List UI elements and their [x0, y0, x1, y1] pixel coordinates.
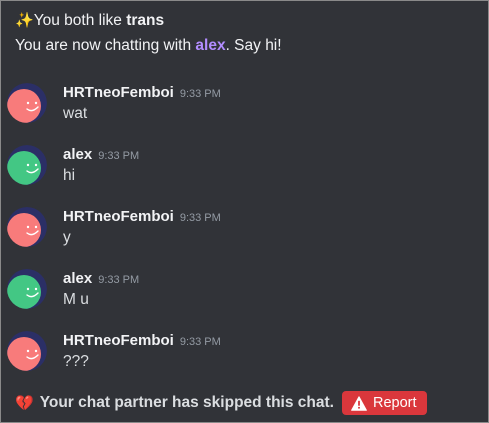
chat-skipped-notice: 💔 Your chat partner has skipped this cha… — [15, 391, 427, 415]
message-timestamp: 9:33 PM — [179, 336, 221, 348]
message-header: HRTneoFemboi 9:33 PM — [63, 331, 221, 352]
message-timestamp: 9:33 PM — [179, 88, 221, 100]
chat-window: ✨You both like trans You are now chattin… — [0, 0, 489, 423]
message-author[interactable]: HRTneoFemboi — [63, 332, 174, 349]
message-text: wat — [63, 105, 88, 122]
smiley-avatar-icon[interactable] — [7, 145, 47, 185]
message-author[interactable]: alex — [63, 146, 92, 163]
message: HRTneoFemboi 9:33 PM wat — [1, 83, 488, 139]
smiley-avatar-icon[interactable] — [7, 269, 47, 309]
broken-heart-icon: 💔 — [15, 395, 34, 412]
chatting-prefix: You are now chatting with — [15, 37, 196, 54]
shared-interest-line: ✨You both like trans — [15, 11, 164, 30]
message-timestamp: 9:33 PM — [98, 150, 140, 162]
message: HRTneoFemboi 9:33 PM y — [1, 207, 488, 263]
chat-start-line: You are now chatting with alex. Say hi! — [15, 37, 282, 55]
partner-name[interactable]: alex — [195, 37, 225, 54]
report-button[interactable]: Report — [341, 391, 427, 415]
message-author[interactable]: HRTneoFemboi — [63, 84, 174, 101]
message-text: hi — [63, 167, 76, 184]
shared-interest-tag: trans — [126, 12, 165, 29]
smiley-avatar-icon[interactable] — [7, 331, 47, 371]
message-text: ??? — [63, 353, 89, 370]
message-author[interactable]: HRTneoFemboi — [63, 208, 174, 225]
message-header: alex 9:33 PM — [63, 269, 139, 290]
message-text: y — [63, 229, 71, 246]
message: alex 9:33 PM hi — [1, 145, 488, 201]
message: alex 9:33 PM M u — [1, 269, 488, 325]
smiley-avatar-icon[interactable] — [7, 83, 47, 123]
message-text: M u — [63, 291, 89, 308]
message-header: HRTneoFemboi 9:33 PM — [63, 83, 221, 104]
warning-icon — [351, 395, 367, 411]
message-timestamp: 9:33 PM — [98, 274, 140, 286]
like-prefix: You both like — [33, 12, 127, 29]
message-header: HRTneoFemboi 9:33 PM — [63, 207, 221, 228]
skip-message: Your chat partner has skipped this chat. — [39, 394, 334, 411]
report-label: Report — [372, 395, 417, 411]
message: HRTneoFemboi 9:33 PM ??? — [1, 331, 488, 387]
chatting-suffix: . Say hi! — [225, 37, 282, 54]
message-author[interactable]: alex — [63, 270, 92, 287]
message-header: alex 9:33 PM — [63, 145, 139, 166]
sparkles-icon: ✨ — [15, 12, 34, 29]
message-timestamp: 9:33 PM — [179, 212, 221, 224]
smiley-avatar-icon[interactable] — [7, 207, 47, 247]
